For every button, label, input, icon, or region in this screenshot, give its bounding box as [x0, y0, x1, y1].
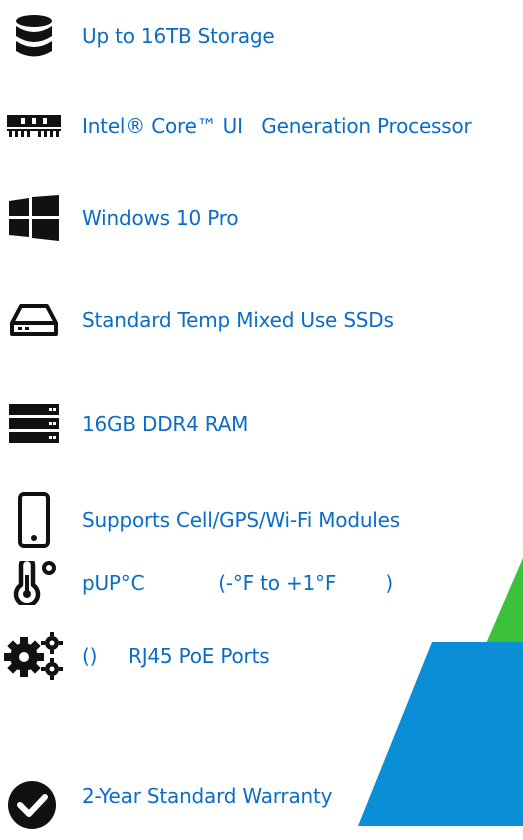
feature-poe-ports: () RJ45 PoE Ports: [0, 626, 523, 686]
server-icon: [4, 394, 64, 454]
feature-storage: Up to 16TB Storage: [0, 6, 523, 66]
memory-chip-icon: [4, 96, 64, 156]
database-icon: [4, 6, 64, 66]
feature-label: 16GB DDR4 RAM: [82, 412, 249, 436]
feature-warranty: 2-Year Standard Warranty: [0, 766, 523, 829]
feature-ssd: Standard Temp Mixed Use SSDs: [0, 290, 523, 350]
feature-label: 2-Year Standard Warranty: [82, 784, 333, 808]
feature-os: Windows 10 Pro: [0, 188, 523, 248]
feature-label: Up to 16TB Storage: [82, 24, 275, 48]
feature-processor: Intel® Core™ UI Generation Processor: [0, 96, 523, 156]
check-circle-icon: [2, 780, 62, 840]
gears-icon: [4, 626, 64, 686]
feature-label: Standard Temp Mixed Use SSDs: [82, 308, 394, 332]
feature-label: () RJ45 PoE Ports: [82, 644, 270, 668]
hard-drive-icon: [4, 290, 64, 350]
feature-ram: 16GB DDR4 RAM: [0, 394, 523, 454]
thermometer-icon: [4, 553, 64, 613]
feature-temperature: pUP°C (-°F to +1°F ): [0, 553, 523, 613]
windows-logo-icon: [4, 188, 64, 248]
feature-modules: Supports Cell/GPS/Wi-Fi Modules: [0, 490, 523, 550]
feature-label: Supports Cell/GPS/Wi-Fi Modules: [82, 508, 400, 532]
feature-label: Intel® Core™ UI Generation Processor: [82, 114, 472, 138]
feature-label: pUP°C (-°F to +1°F ): [82, 571, 394, 595]
feature-label: Windows 10 Pro: [82, 206, 239, 230]
mobile-phone-icon: [4, 490, 64, 550]
